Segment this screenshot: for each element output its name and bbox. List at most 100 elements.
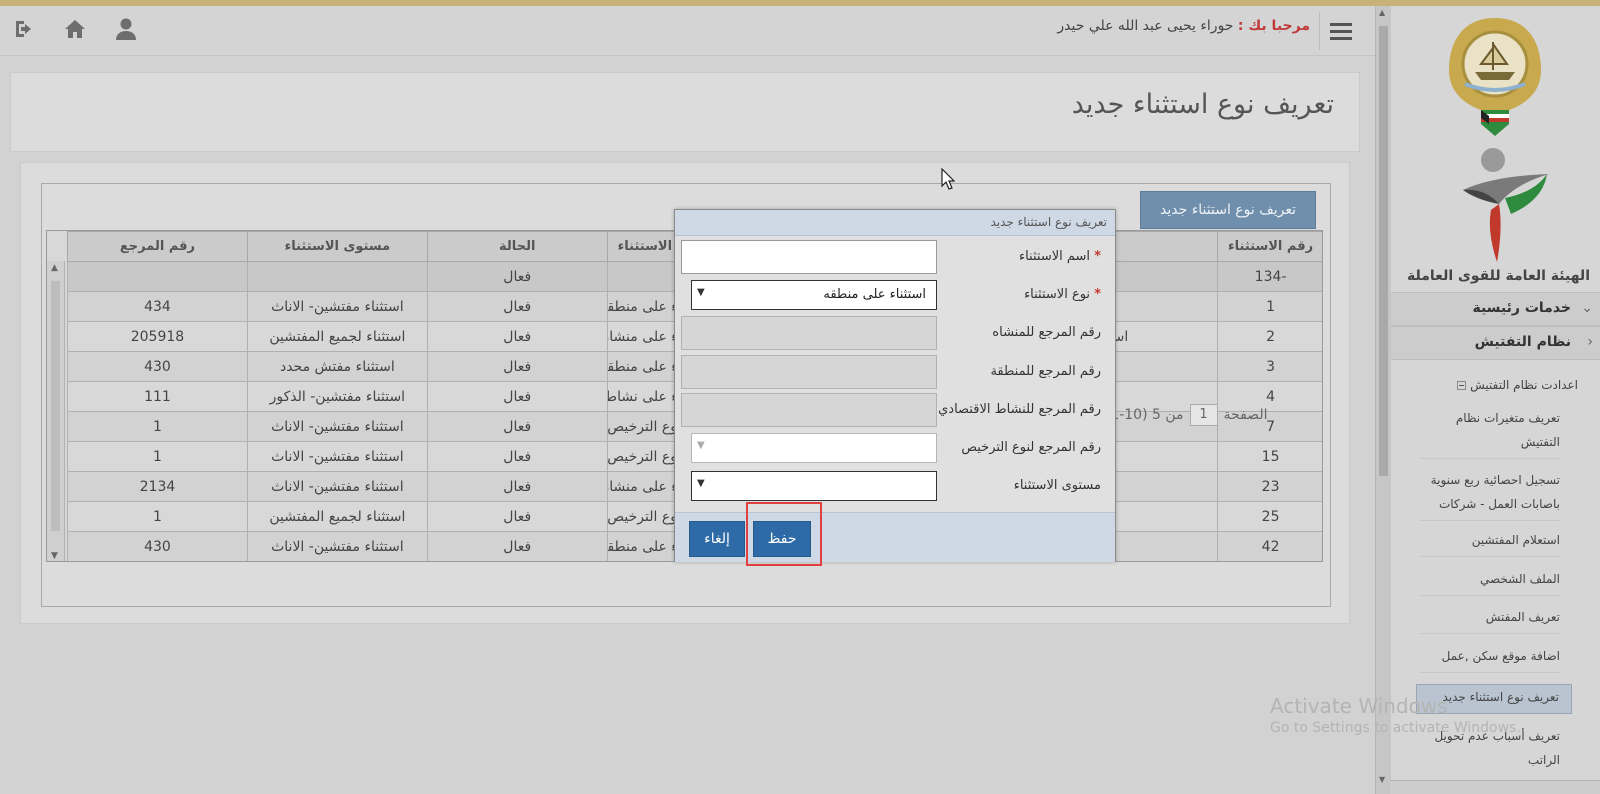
sidebar-item-define-variables[interactable]: تعريف متغيرات نظام التفتيش: [1420, 406, 1560, 459]
cancel-button[interactable]: إلغاء: [689, 521, 745, 557]
page-scroll-thumb[interactable]: [1379, 26, 1388, 476]
exception-name-input[interactable]: [681, 240, 937, 274]
page-title: تعريف نوع استثناء جديد: [1071, 89, 1334, 120]
cell-status: فعال: [426, 291, 608, 322]
collapse-icon[interactable]: [1457, 381, 1467, 390]
col-exception-id[interactable]: رقم الاستثناء: [1217, 231, 1322, 262]
sidebar-item-add-location[interactable]: اضافة موقع سكن ,عمل: [1420, 644, 1560, 673]
welcome-text: مرحبا بك : حوراء يحيى عبد الله علي حيدر: [1057, 18, 1310, 34]
page-number-input[interactable]: 1: [1189, 404, 1218, 426]
settings-group-label: اعدادت نظام التفتيش: [1470, 378, 1578, 392]
cell-reference-number: 434: [67, 291, 248, 322]
scroll-thumb[interactable]: [51, 281, 60, 531]
cell-exception-level: استثناء مفتشين- الاناث: [246, 471, 428, 502]
top-header: مرحبا بك : حوراء يحيى عبد الله علي حيدر: [0, 6, 1375, 56]
activation-watermark-title: Activate Windows: [1270, 694, 1448, 718]
filter-status[interactable]: فعال: [426, 261, 608, 292]
cell-reference-number: 430: [67, 531, 248, 561]
area-ref-label: رقم المرجع للمنطقة: [990, 364, 1101, 379]
exception-name-label: اسم الاستثناء: [1018, 249, 1091, 264]
cell-exception-id: 23: [1217, 471, 1322, 502]
cell-status: فعال: [426, 381, 608, 412]
facility-ref-input: [681, 316, 937, 350]
user-icon[interactable]: [111, 14, 141, 44]
exception-type-select[interactable]: ▼ استثناء على منطقه: [691, 280, 937, 310]
filter-id[interactable]: -134: [1217, 261, 1322, 292]
required-marker: *: [1094, 249, 1101, 264]
row-activity-ref: رقم المرجع للنشاط الاقتصادي: [675, 393, 1115, 427]
mouse-cursor-icon: [941, 167, 956, 194]
cell-status: فعال: [426, 471, 608, 502]
sidebar-item-define-inspector[interactable]: تعريف المفتش: [1420, 605, 1560, 634]
cell-name-fragment: استثا: [1098, 321, 1219, 352]
col-hidden-by-modal: [1098, 231, 1219, 262]
row-exception-level: ▼ مستوى الاستثناء: [675, 469, 1115, 503]
menu-toggle-icon[interactable]: [1319, 12, 1361, 50]
cell-exception-level: استثناء مفتشين- الاناث: [246, 441, 428, 472]
cell-exception-id: 25: [1217, 501, 1322, 532]
exception-level-select[interactable]: ▼: [691, 471, 937, 501]
sidebar: الهيئة العامة للقوى العاملة ⌄ خدمات رئيس…: [1390, 6, 1600, 794]
col-exception-level[interactable]: مستوى الاستثناء: [246, 231, 428, 262]
logout-icon[interactable]: [10, 14, 40, 44]
settings-group-toggle[interactable]: اعدادت نظام التفتيش: [1452, 378, 1578, 392]
cell-reference-number: 430: [67, 351, 248, 382]
scroll-down-icon[interactable]: ▼: [1379, 775, 1385, 784]
chevron-down-icon: ▼: [697, 440, 705, 451]
row-facility-ref: رقم المرجع للمنشاه: [675, 316, 1115, 350]
home-icon[interactable]: [60, 14, 90, 44]
cell-exception-id: 42: [1217, 531, 1322, 561]
scroll-down-icon[interactable]: ▼: [51, 551, 58, 561]
cell-status: فعال: [426, 441, 608, 472]
kuwait-emblem-logo: [1441, 14, 1549, 138]
cell-name-fragment: [1098, 531, 1219, 561]
activity-ref-input: [681, 393, 937, 427]
pager-label: الصفحة: [1223, 407, 1268, 423]
scroll-up-icon[interactable]: ▲: [51, 263, 58, 273]
dialog-title: تعريف نوع استثناء جديد: [675, 210, 1115, 236]
nav-inspection-system-label: نظام التفتيش: [1474, 334, 1571, 350]
dialog-footer: إلغاء حفظ: [675, 512, 1115, 562]
exception-type-value: استثناء على منطقه: [823, 287, 926, 302]
grid-scrollbar[interactable]: ▲ ▼: [47, 261, 65, 561]
cell-exception-id: 15: [1217, 441, 1322, 472]
sidebar-item-profile[interactable]: الملف الشخصي: [1420, 567, 1560, 596]
cell-exception-level: استثناء مفتشين- الاناث: [246, 531, 428, 561]
cell-status: فعال: [426, 351, 608, 382]
cell-reference-number: 1: [67, 411, 248, 442]
welcome-label: مرحبا بك :: [1237, 18, 1310, 34]
chevron-down-icon: ▼: [697, 287, 705, 298]
cell-name-fragment: [1098, 441, 1219, 472]
row-exception-type: ▼ استثناء على منطقه * نوع الاستثناء: [675, 278, 1115, 312]
new-exception-dialog: تعريف نوع استثناء جديد * اسم الاستثناء ▼…: [674, 209, 1116, 562]
cell-status: فعال: [426, 321, 608, 352]
license-ref-label: رقم المرجع لنوع الترخيص: [961, 440, 1101, 455]
cell-reference-number: 1: [67, 501, 248, 532]
row-exception-name: * اسم الاستثناء: [675, 240, 1115, 274]
nav-inspection-system[interactable]: ‹ نظام التفتيش: [1391, 326, 1600, 360]
sidebar-item-quarterly-stats[interactable]: تسجيل احصائية ربع سنوية باصابات العمل - …: [1420, 468, 1560, 521]
col-status[interactable]: الحالة: [426, 231, 608, 262]
save-highlight-box: [746, 502, 822, 566]
sidebar-hscrollbar[interactable]: [1390, 780, 1600, 794]
cell-status: فعال: [426, 531, 608, 561]
cell-name-fragment: [1098, 471, 1219, 502]
facility-ref-label: رقم المرجع للمنشاه: [992, 325, 1101, 340]
cell-exception-id: 3: [1217, 351, 1322, 382]
cell-exception-level: استثناء مفتش محدد: [246, 351, 428, 382]
activation-watermark-text: Go to Settings to activate Windows.: [1270, 720, 1521, 736]
nav-main-services[interactable]: ⌄ خدمات رئيسية: [1391, 292, 1600, 326]
add-exception-type-button[interactable]: تعريف نوع استثناء جديد: [1140, 191, 1316, 229]
sidebar-item-inspectors-inquiry[interactable]: استعلام المفتشين: [1420, 528, 1560, 557]
cell-status: فعال: [426, 411, 608, 442]
required-marker: *: [1094, 287, 1101, 302]
cell-exception-id: 2: [1217, 321, 1322, 352]
page-scrollbar[interactable]: ▲ ▼: [1375, 6, 1390, 794]
scroll-up-icon[interactable]: ▲: [1379, 8, 1385, 17]
license-ref-select[interactable]: ▼: [691, 433, 937, 463]
organization-name: الهيئة العامة للقوى العاملة: [1407, 268, 1590, 284]
cell-exception-level: استثناء مفتشين- الاناث: [246, 411, 428, 442]
chevron-left-icon: ‹: [1587, 334, 1593, 350]
col-reference-number[interactable]: رقم المرجع: [67, 231, 248, 262]
title-panel: تعريف نوع استثناء جديد: [10, 72, 1360, 152]
